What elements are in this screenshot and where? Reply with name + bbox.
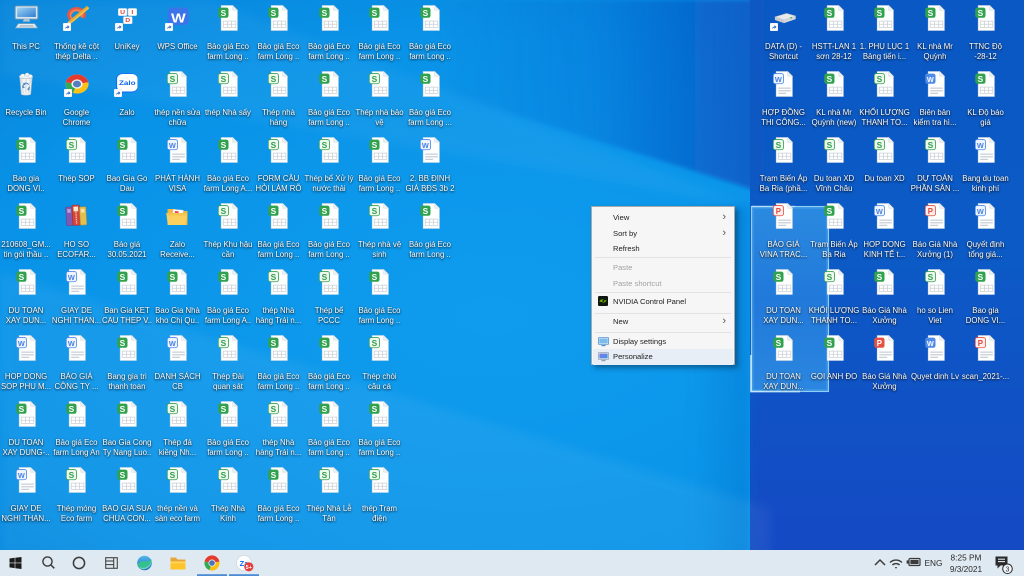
svg-text:8:25 PM: 8:25 PM [951, 553, 982, 563]
svg-text:5+: 5+ [246, 565, 252, 571]
svg-text:ENG: ENG [925, 558, 943, 568]
svg-text:9/3/2021: 9/3/2021 [950, 564, 983, 574]
svg-text:3: 3 [1006, 566, 1010, 573]
